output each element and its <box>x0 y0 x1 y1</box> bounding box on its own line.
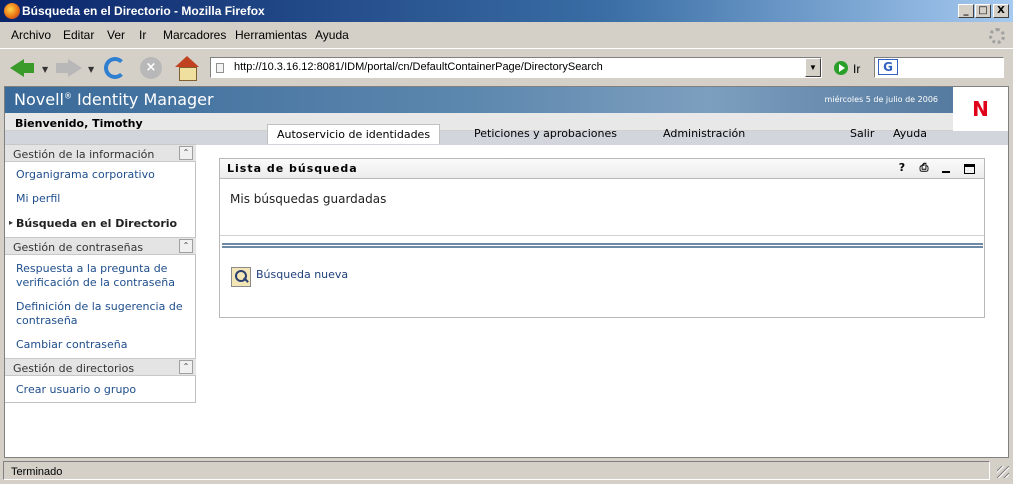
sidebar: Gestión de la información ⌃ Organigrama … <box>5 144 196 403</box>
home-icon[interactable] <box>175 56 199 81</box>
divider <box>220 235 984 236</box>
portlet-header: Lista de búsqueda ? ⎙ <box>220 159 984 179</box>
registered-mark: ® <box>63 91 72 101</box>
sidebar-item-organigrama[interactable]: Organigrama corporativo <box>16 168 192 182</box>
new-search-icon[interactable] <box>231 267 251 287</box>
new-search-link[interactable]: Búsqueda nueva <box>256 268 348 281</box>
section-gestion-contrasenas[interactable]: Gestión de contraseñas ⌃ <box>5 237 196 255</box>
menu-ver[interactable]: Ver <box>107 28 125 42</box>
reload-icon[interactable] <box>104 57 126 79</box>
menu-marcadores[interactable]: Marcadores <box>163 28 226 42</box>
maximize-button[interactable]: □ <box>975 4 991 18</box>
sidebar-item-mi-perfil[interactable]: Mi perfil <box>16 192 192 206</box>
logout-link[interactable]: Salir <box>850 124 874 144</box>
search-box[interactable]: G <box>874 57 1004 78</box>
menu-bar: Archivo Editar Ver Ir Marcadores Herrami… <box>0 24 1013 46</box>
page-content: Novell® Identity Manager miércoles 5 de … <box>4 86 1009 458</box>
help-link[interactable]: Ayuda <box>893 124 927 144</box>
resize-grip-icon[interactable] <box>997 466 1009 478</box>
firefox-icon <box>4 3 20 19</box>
current-date: miércoles 5 de julio de 2006 <box>824 95 938 104</box>
window-title-bar: Búsqueda en el Directorio - Mozilla Fire… <box>0 0 1013 22</box>
tab-peticiones[interactable]: Peticiones y aprobaciones <box>474 124 617 144</box>
tab-administracion[interactable]: Administración <box>663 124 745 144</box>
search-list-portlet: Lista de búsqueda ? ⎙ Mis búsquedas guar… <box>219 158 985 318</box>
tab-autoservicio[interactable]: Autoservicio de identidades <box>267 124 441 144</box>
sidebar-item-sugerencia-contrasena[interactable]: Definición de la sugerencia de contraseñ… <box>16 300 192 328</box>
collapse-icon[interactable]: ⌃ <box>179 146 193 160</box>
app-brand: Novell® Identity Manager <box>14 90 214 109</box>
section-gestion-directorios[interactable]: Gestión de directorios ⌃ <box>5 358 196 376</box>
print-icon[interactable]: ⎙ <box>918 162 930 174</box>
stop-icon[interactable]: × <box>140 57 162 79</box>
status-text: Terminado <box>11 466 63 478</box>
go-button[interactable]: Ir <box>853 62 860 76</box>
navigation-toolbar: ▼ ▼ × http://10.3.16.12:8081/IDM/portal/… <box>0 48 1013 86</box>
app-banner: Novell® Identity Manager miércoles 5 de … <box>5 87 1008 113</box>
close-button[interactable]: X <box>993 4 1009 18</box>
address-bar[interactable]: http://10.3.16.12:8081/IDM/portal/cn/Def… <box>210 57 822 78</box>
novell-logo: N <box>953 87 1008 131</box>
status-field: Terminado <box>3 461 990 480</box>
minimize-portlet-icon[interactable] <box>940 162 952 174</box>
back-history-dropdown[interactable]: ▼ <box>42 65 48 74</box>
maximize-portlet-icon[interactable] <box>964 164 975 174</box>
menu-herramientas[interactable]: Herramientas <box>235 28 307 42</box>
address-dropdown-button[interactable]: ▼ <box>805 58 821 77</box>
current-item-bullet-icon: ▸ <box>9 218 14 227</box>
sidebar-item-respuesta-pregunta[interactable]: Respuesta a la pregunta de verificación … <box>16 262 192 290</box>
sidebar-item-cambiar-contrasena[interactable]: Cambiar contraseña <box>16 338 192 352</box>
minimize-button[interactable]: _ <box>958 4 974 18</box>
forward-arrow-icon[interactable] <box>56 55 82 81</box>
menu-ayuda[interactable]: Ayuda <box>315 28 349 42</box>
portlet-title: Lista de búsqueda <box>227 162 358 175</box>
menu-ir[interactable]: Ir <box>139 28 146 42</box>
go-icon[interactable] <box>834 61 848 75</box>
section-divider-bar <box>222 243 983 248</box>
collapse-icon[interactable]: ⌃ <box>179 360 193 374</box>
window-title: Búsqueda en el Directorio - Mozilla Fire… <box>22 4 265 18</box>
collapse-icon[interactable]: ⌃ <box>179 239 193 253</box>
welcome-text: Bienvenido, Timothy <box>15 117 143 130</box>
sidebar-item-busqueda-directorio[interactable]: Búsqueda en el Directorio <box>16 217 192 231</box>
section-gestion-informacion[interactable]: Gestión de la información ⌃ <box>5 144 196 162</box>
sidebar-item-crear-usuario[interactable]: Crear usuario o grupo <box>16 383 192 397</box>
status-bar: Terminado <box>0 460 1013 484</box>
throbber-icon <box>989 28 1005 44</box>
google-search-icon[interactable]: G <box>878 59 898 75</box>
help-icon[interactable]: ? <box>896 162 908 174</box>
saved-searches-label: Mis búsquedas guardadas <box>230 192 387 206</box>
back-arrow-icon[interactable] <box>10 55 36 81</box>
menu-archivo[interactable]: Archivo <box>11 28 51 42</box>
menu-editar[interactable]: Editar <box>63 28 94 42</box>
address-input[interactable]: http://10.3.16.12:8081/IDM/portal/cn/Def… <box>234 61 603 73</box>
page-icon <box>216 63 224 73</box>
forward-history-dropdown[interactable]: ▼ <box>88 65 94 74</box>
